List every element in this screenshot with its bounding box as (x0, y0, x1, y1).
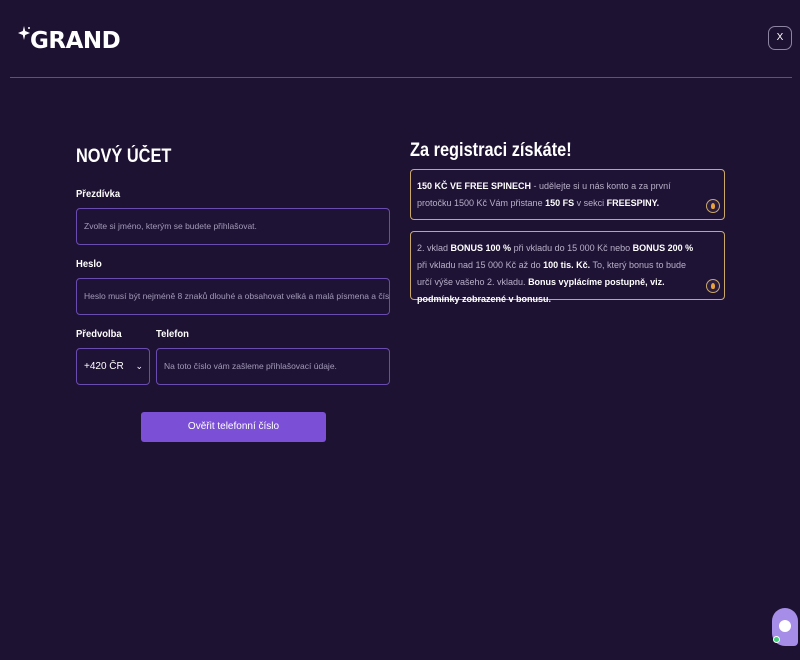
nickname-input[interactable]: Zvolte si jméno, kterým se budete přihla… (76, 208, 390, 245)
bonus-card1-t2: v sekci (574, 198, 607, 208)
form-title: NOVÝ ÚČET (76, 146, 172, 167)
bonus-card2-b2: BONUS 200 % (632, 243, 694, 253)
bonus-title: Za registraci získáte! (410, 140, 572, 161)
bonus-card2-t2: při vkladu do 15 000 Kč nebo (511, 243, 633, 253)
verify-phone-button[interactable]: Ověřit telefonní číslo (141, 412, 326, 442)
bonus-card2-b4: Bonus vyplácíme postupně, (528, 277, 648, 287)
phone-input[interactable]: Na toto číslo vám zašleme přihlašovací ú… (156, 348, 390, 385)
chat-bubble-dot (779, 620, 791, 632)
header-divider (10, 77, 792, 78)
phone-label: Telefon (156, 328, 189, 340)
prefix-value: +420 ČR (84, 361, 124, 372)
flame-icon[interactable] (706, 199, 720, 213)
bonus-card1-b2: 150 FS (545, 198, 575, 208)
prefix-select[interactable]: +420 ČR ⌄ (76, 348, 150, 385)
bonus-card-free-spins: 150 KČ VE FREE SPINECH - udělejte si u n… (410, 169, 725, 220)
grand-logo[interactable]: GRAND (18, 26, 121, 56)
nickname-label: Přezdívka (76, 188, 121, 200)
close-button[interactable]: X (768, 26, 792, 50)
chevron-down-icon: ⌄ (135, 361, 143, 371)
bonus-card2-b1: BONUS 100 % (450, 243, 512, 253)
bonus-card2-t3: při vkladu nad 15 000 Kč až do (417, 260, 544, 270)
bonus-card2-t1: 2. vklad (417, 243, 451, 253)
logo-text: GRAND (30, 28, 121, 54)
password-label: Heslo (76, 258, 102, 270)
bonus-card-second-deposit: 2. vklad BONUS 100 % při vkladu do 15 00… (410, 231, 725, 304)
header: GRAND X (0, 0, 800, 78)
sparkle-icon (18, 26, 30, 40)
password-input[interactable]: Heslo musí být nejméně 8 znaků dlouhé a … (76, 278, 390, 315)
prefix-label: Předvolba (76, 328, 122, 340)
bonus-card1-b3: FREESPINY. (606, 198, 660, 208)
bonus-card2-b3: 100 tis. Kč. (543, 260, 591, 270)
bonus-card1-b1: 150 KČ VE FREE SPINECH (417, 181, 532, 191)
flame-icon[interactable] (706, 279, 720, 293)
online-status-indicator (773, 636, 780, 643)
